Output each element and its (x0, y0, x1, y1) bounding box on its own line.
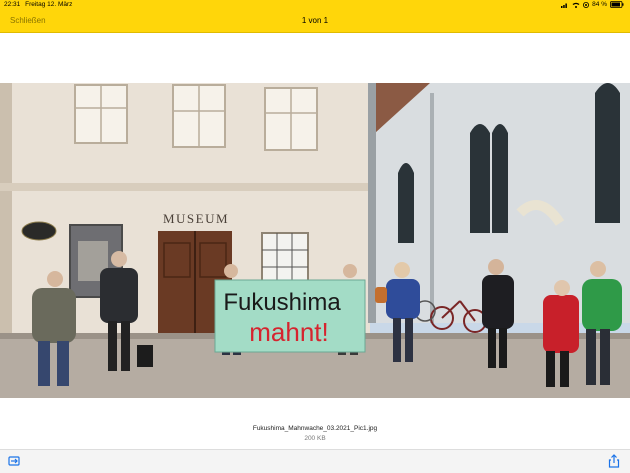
signal-icon (561, 3, 568, 8)
nav-bar: Schließen 1 von 1 (0, 10, 630, 33)
file-size: 200 KB (304, 435, 326, 442)
photo-preview[interactable]: MUSEUM Fukushima mahnt! (0, 83, 630, 398)
battery-icon (610, 1, 624, 8)
status-date: Freitag 12. März (25, 1, 73, 8)
page-counter: 1 von 1 (301, 16, 329, 25)
share-icon[interactable] (608, 454, 620, 468)
files-icon[interactable] (8, 455, 20, 467)
museum-sign: MUSEUM (163, 211, 229, 226)
location-icon (583, 1, 590, 8)
battery-percent: 84 % (592, 1, 607, 8)
protest-banner: Fukushima mahnt! (214, 279, 366, 353)
oval-plaque (21, 221, 57, 241)
banner-text-line1: Fukushima (223, 289, 341, 316)
wifi-icon (572, 2, 580, 8)
status-time: 22:31 (4, 1, 21, 8)
file-name: Fukushima_Mahnwache_03.2021_Pic1.jpg (252, 425, 378, 432)
bottom-toolbar (0, 449, 630, 473)
banner-text-line2: mahnt! (249, 317, 329, 347)
status-bar: 22:31 Freitag 12. März 84 % (0, 0, 630, 10)
